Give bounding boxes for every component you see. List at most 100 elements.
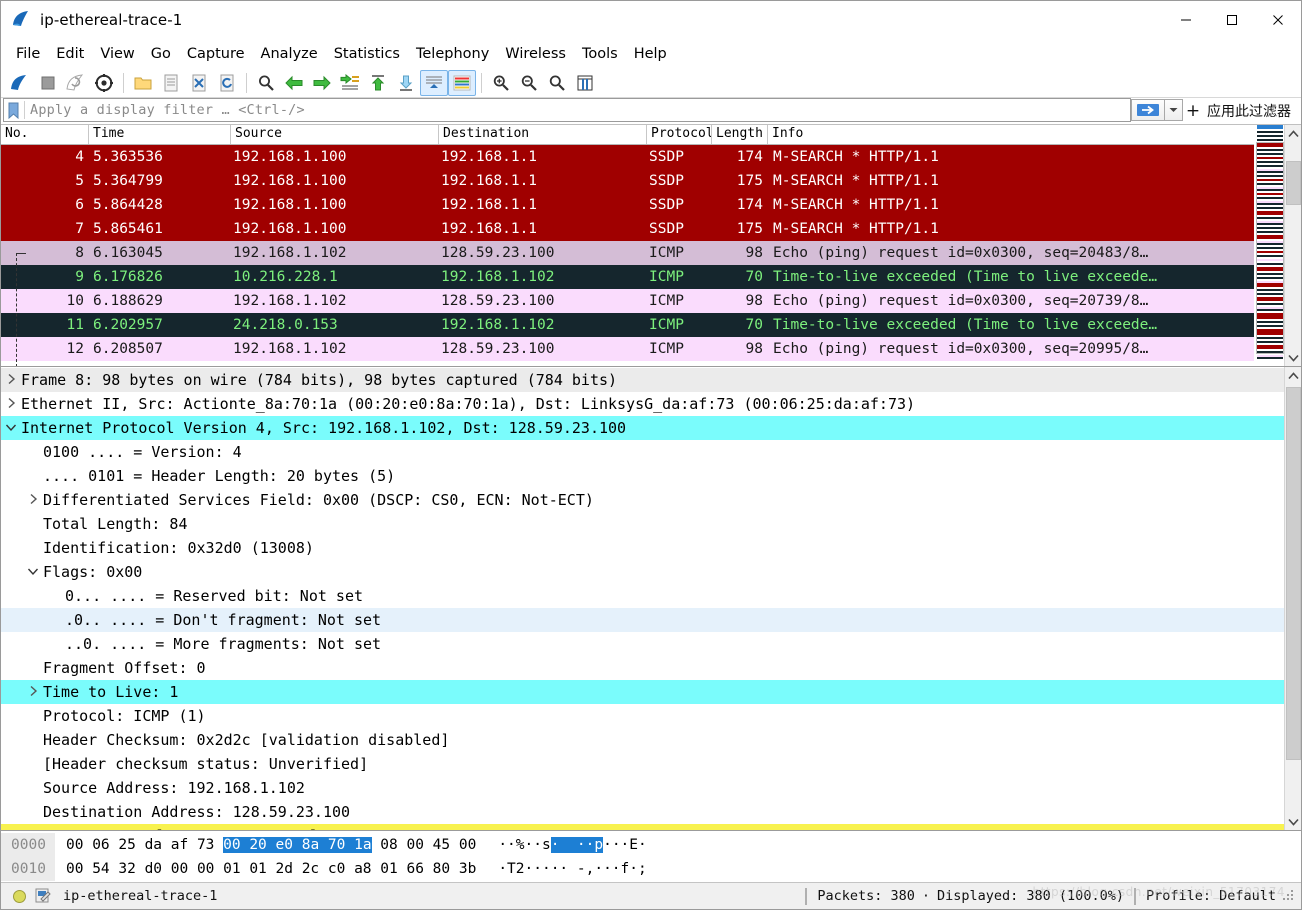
go-back-icon[interactable] (280, 70, 308, 96)
display-filter-input[interactable]: Apply a display filter … <Ctrl-/> (3, 98, 1131, 122)
detail-row[interactable]: Flags: 0x00 (1, 560, 1284, 584)
chevron-right-icon[interactable] (23, 685, 43, 700)
detail-row[interactable]: Ethernet II, Src: Actionte_8a:70:1a (00:… (1, 392, 1284, 416)
packet-list[interactable]: No. Time Source Destination Protocol Len… (1, 125, 1254, 366)
apply-filter-button[interactable] (1131, 99, 1165, 121)
scrollbar-thumb[interactable] (1285, 161, 1301, 205)
resize-grip[interactable] (1282, 889, 1296, 903)
filter-history-dropdown[interactable] (1165, 99, 1183, 121)
menu-file[interactable]: File (8, 43, 48, 65)
profile-label[interactable]: Profile: Default (1146, 888, 1276, 904)
menu-go[interactable]: Go (143, 43, 179, 65)
add-filter-button[interactable]: + (1183, 98, 1203, 123)
close-button[interactable] (1255, 1, 1301, 40)
go-to-first-packet-icon[interactable] (364, 70, 392, 96)
column-header-no[interactable]: No. (1, 125, 89, 144)
column-header-length[interactable]: Length (712, 125, 768, 144)
packet-row[interactable]: 7 5.865461 192.168.1.100 192.168.1.1 SSDP 175… (1, 217, 1254, 241)
detail-row[interactable]: Frame 8: 98 bytes on wire (784 bits), 98… (1, 368, 1284, 392)
detail-row[interactable]: Fragment Offset: 0 (1, 656, 1284, 680)
go-forward-icon[interactable] (308, 70, 336, 96)
detail-row[interactable]: Header Checksum: 0x2d2c [validation disa… (1, 728, 1284, 752)
packet-list-minimap[interactable] (1254, 125, 1284, 366)
scroll-up-arrow-icon[interactable] (1285, 125, 1302, 142)
detail-row[interactable]: Identification: 0x32d0 (13008) (1, 536, 1284, 560)
scrollbar-thumb[interactable] (1285, 387, 1301, 760)
menu-help[interactable]: Help (626, 43, 675, 65)
column-header-time[interactable]: Time (89, 125, 231, 144)
chevron-right-icon[interactable] (1, 373, 21, 388)
hex-row[interactable]: 0000 00 06 25 da af 73 00 20 e0 8a 70 1a … (1, 833, 1301, 857)
detail-row[interactable]: .0.. .... = Don't fragment: Not set (1, 608, 1284, 632)
capture-comment-icon[interactable] (35, 888, 52, 904)
scroll-down-arrow-icon[interactable] (1285, 813, 1302, 830)
packet-row[interactable]: 4 5.363536 192.168.1.100 192.168.1.1 SSDP 174… (1, 145, 1254, 169)
menu-analyze[interactable]: Analyze (253, 43, 326, 65)
detail-row[interactable]: .... 0101 = Header Length: 20 bytes (5) (1, 464, 1284, 488)
packet-row[interactable]: 6 5.864428 192.168.1.100 192.168.1.1 SSDP 174… (1, 193, 1254, 217)
expert-info-icon[interactable] (13, 889, 26, 903)
packet-details-tree[interactable]: Frame 8: 98 bytes on wire (784 bits), 98… (1, 367, 1284, 830)
detail-row[interactable]: 0... .... = Reserved bit: Not set (1, 584, 1284, 608)
column-header-info[interactable]: Info (768, 125, 1254, 144)
detail-row[interactable]: [Header checksum status: Unverified] (1, 752, 1284, 776)
maximize-button[interactable] (1209, 1, 1255, 40)
apply-this-filter-label[interactable]: 应用此过滤器 (1203, 98, 1299, 123)
chevron-right-icon[interactable] (1, 397, 21, 412)
packet-row[interactable]: 8 6.163045 192.168.1.102 128.59.23.100 ICMP 9… (1, 241, 1254, 265)
chevron-down-icon[interactable] (23, 566, 43, 579)
detail-row[interactable]: Destination Address: 128.59.23.100 (1, 800, 1284, 824)
scroll-up-arrow-icon[interactable] (1285, 367, 1302, 384)
scroll-down-arrow-icon[interactable] (1285, 349, 1302, 366)
detail-row[interactable]: Time to Live: 1 (1, 680, 1284, 704)
packet-row[interactable]: 5 5.364799 192.168.1.100 192.168.1.1 SSDP 175… (1, 169, 1254, 193)
auto-scroll-icon[interactable] (420, 69, 448, 96)
packet-row[interactable]: 11 6.202957 24.218.0.153 192.168.1.102 ICMP 7… (1, 313, 1254, 337)
go-to-packet-icon[interactable] (336, 70, 364, 96)
column-header-protocol[interactable]: Protocol (647, 125, 712, 144)
colorize-icon[interactable] (448, 69, 476, 96)
packet-bytes-view[interactable]: 0000 00 06 25 da af 73 00 20 e0 8a 70 1a … (1, 831, 1301, 882)
hex-row[interactable]: 0010 00 54 32 d0 00 00 01 01 2d 2c c0 a8 … (1, 857, 1301, 881)
packet-row[interactable]: 9 6.176826 10.216.228.1 192.168.1.102 ICMP 70… (1, 265, 1254, 289)
start-capture-icon[interactable] (6, 70, 34, 96)
menu-view[interactable]: View (92, 43, 142, 65)
minimap-viewport[interactable] (1256, 142, 1284, 354)
column-header-source[interactable]: Source (231, 125, 439, 144)
save-file-icon[interactable] (157, 70, 185, 96)
menu-tools[interactable]: Tools (574, 43, 626, 65)
bookmark-icon[interactable] (5, 99, 22, 121)
minimize-button[interactable] (1163, 1, 1209, 40)
zoom-reset-icon[interactable] (543, 70, 571, 96)
capture-options-icon[interactable] (90, 70, 118, 96)
find-packet-icon[interactable] (252, 70, 280, 96)
detail-row[interactable]: Total Length: 84 (1, 512, 1284, 536)
close-file-icon[interactable] (185, 70, 213, 96)
detail-row[interactable]: Source Address: 192.168.1.102 (1, 776, 1284, 800)
chevron-down-icon[interactable] (1, 422, 21, 435)
resize-columns-icon[interactable] (571, 70, 599, 96)
zoom-in-icon[interactable] (487, 70, 515, 96)
detail-row[interactable]: Internet Control Message Protocol (1, 824, 1284, 830)
menu-statistics[interactable]: Statistics (326, 43, 408, 65)
menu-telephony[interactable]: Telephony (408, 43, 497, 65)
detail-row[interactable]: Differentiated Services Field: 0x00 (DSC… (1, 488, 1284, 512)
open-file-icon[interactable] (129, 70, 157, 96)
go-to-last-packet-icon[interactable] (392, 70, 420, 96)
restart-capture-icon[interactable] (62, 70, 90, 96)
packet-row[interactable]: 10 6.188629 192.168.1.102 128.59.23.100 ICMP… (1, 289, 1254, 313)
packet-list-scrollbar[interactable] (1284, 125, 1301, 366)
chevron-right-icon[interactable] (23, 493, 43, 508)
zoom-out-icon[interactable] (515, 70, 543, 96)
menu-edit[interactable]: Edit (48, 43, 92, 65)
detail-row[interactable]: 0100 .... = Version: 4 (1, 440, 1284, 464)
column-header-destination[interactable]: Destination (439, 125, 647, 144)
reload-file-icon[interactable] (213, 70, 241, 96)
detail-row[interactable]: ..0. .... = More fragments: Not set (1, 632, 1284, 656)
chevron-right-icon[interactable] (1, 829, 21, 830)
menu-wireless[interactable]: Wireless (497, 43, 574, 65)
packet-details-scrollbar[interactable] (1284, 367, 1301, 830)
detail-row[interactable]: Internet Protocol Version 4, Src: 192.16… (1, 416, 1284, 440)
stop-capture-icon[interactable] (34, 70, 62, 96)
menu-capture[interactable]: Capture (179, 43, 253, 65)
